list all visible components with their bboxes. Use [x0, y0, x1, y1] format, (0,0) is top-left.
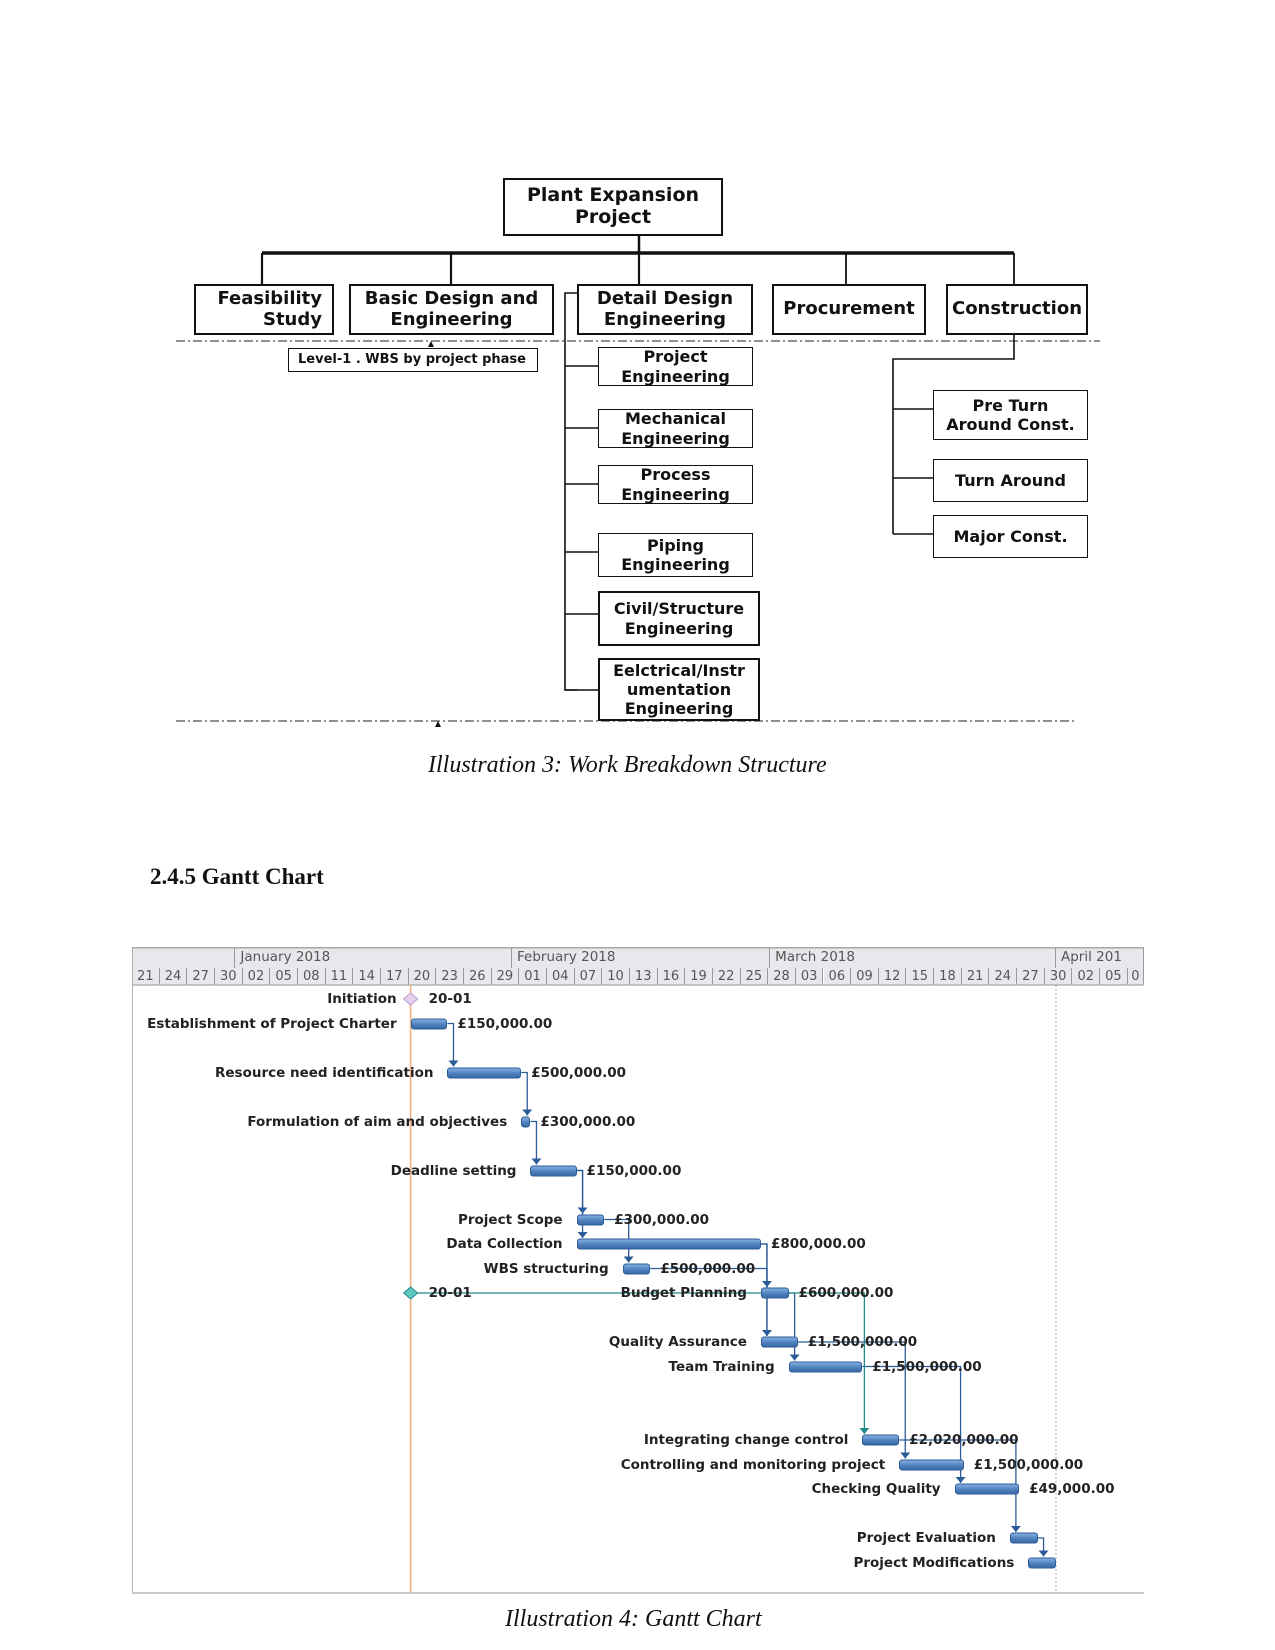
dependency-link — [576, 1169, 584, 1214]
wbs-node-pre-turn-around: Pre Turn Around Const. — [933, 390, 1088, 440]
gantt-task-bar[interactable] — [410, 1018, 448, 1029]
gantt-task-label: Quality Assurance — [608, 1334, 747, 1350]
dependency-arrowhead-icon — [1038, 1550, 1049, 1557]
gantt-task-bar[interactable] — [954, 1483, 1020, 1495]
gantt-task-label: Data Collection — [446, 1236, 563, 1252]
gantt-task-bar[interactable] — [447, 1067, 522, 1078]
dependency-link — [788, 1292, 796, 1361]
gantt-task-bar[interactable] — [760, 1287, 789, 1299]
gantt-task-label: Establishment of Project Charter — [147, 1015, 397, 1032]
dependency-arrowhead-icon — [531, 1158, 542, 1165]
dependency-arrowhead-icon — [761, 1330, 772, 1336]
gantt-task-bar[interactable] — [622, 1263, 651, 1274]
gantt-caption: Illustration 4: Gantt Chart — [505, 1606, 762, 1632]
gantt-task-cost: £300,000.00 — [614, 1211, 710, 1228]
wbs-root-node: Plant Expansion Project — [503, 178, 723, 236]
gantt-chart: January 2018 February 2018 March 2018 April… — [132, 947, 1144, 1594]
gantt-task-bar[interactable] — [788, 1361, 863, 1372]
gantt-task-label: WBS structuring — [483, 1260, 609, 1277]
dependency-arrowhead-icon — [789, 1354, 800, 1361]
gantt-task-cost: £1,500,000.00 — [807, 1334, 918, 1350]
gantt-task-label: Project Evaluation — [856, 1530, 996, 1546]
dependency-arrowhead-icon — [623, 1256, 634, 1263]
gantt-task-label: Team Training — [668, 1358, 775, 1375]
gantt-task-bar[interactable] — [530, 1165, 577, 1176]
milestone-label: Initiation — [327, 991, 397, 1007]
gantt-task-label: Budget Planning — [620, 1285, 747, 1301]
dependency-arrowhead-icon — [900, 1452, 911, 1459]
wbs-detail-spine — [564, 292, 577, 691]
milestone-diamond-icon — [402, 992, 419, 1006]
dependency-arrowhead-icon — [448, 1060, 459, 1067]
gantt-task-cost: £2,020,000.00 — [909, 1432, 1019, 1448]
milestone-date-label: 20-01 — [428, 991, 472, 1007]
gantt-task-label: Project Scope — [457, 1211, 563, 1228]
gantt-task-bar[interactable] — [899, 1459, 964, 1470]
gantt-task-bar[interactable] — [760, 1336, 798, 1348]
wbs-note-arrow-icon — [428, 341, 434, 347]
wbs-node-piping-engineering: Piping Engineering — [598, 533, 753, 577]
wbs-bottom-arrow-icon — [435, 721, 441, 727]
wbs-node-electrical-instrumentation-engineering: Eelctrical/Instr umentation Engineering — [598, 658, 760, 721]
wbs-diagram: Plant Expansion Project Feasibility Stud… — [0, 0, 1275, 740]
gantt-task-cost: £500,000.00 — [660, 1260, 756, 1277]
dependency-link — [650, 1267, 768, 1336]
dependency-link — [530, 1120, 538, 1165]
gantt-task-cost: £49,000.00 — [1029, 1481, 1115, 1497]
wbs-node-feasibility-study: Feasibility Study — [194, 284, 334, 335]
wbs-node-basic-design: Basic Design and Engineering — [349, 284, 554, 335]
wbs-node-mechanical-engineering: Mechanical Engineering — [598, 409, 753, 448]
dependency-arrowhead-icon — [522, 1109, 533, 1116]
milestone-diamond-icon — [402, 1286, 419, 1300]
gantt-task-label: Resource need identification — [214, 1064, 434, 1081]
milestone-date-label: 20-01 — [428, 1285, 472, 1301]
gantt-task-bar[interactable] — [576, 1238, 761, 1250]
gantt-task-cost: £500,000.00 — [531, 1064, 627, 1081]
dependency-link — [760, 1243, 768, 1287]
gantt-task-cost: £1,500,000.00 — [872, 1358, 982, 1375]
dependency-arrowhead-icon — [577, 1232, 588, 1238]
gantt-task-label: Project Modifications — [853, 1554, 1015, 1571]
dependency-arrowhead-icon — [1010, 1526, 1021, 1532]
gantt-task-cost: £150,000.00 — [586, 1162, 682, 1179]
dependency-arrowhead-icon — [955, 1477, 966, 1483]
gantt-task-bar[interactable] — [862, 1434, 900, 1446]
gantt-task-cost: £1,500,000.00 — [973, 1456, 1084, 1473]
wbs-node-process-engineering: Process Engineering — [598, 465, 753, 504]
gantt-task-cost: £600,000.00 — [798, 1285, 894, 1301]
wbs-node-construction: Construction — [946, 284, 1088, 335]
wbs-node-detail-design: Detail Design Engineering — [577, 284, 753, 335]
wbs-node-procurement: Procurement — [772, 284, 926, 335]
section-heading: 2.4.5 Gantt Chart — [150, 864, 324, 889]
gantt-task-bar[interactable] — [576, 1214, 605, 1225]
dependency-link — [521, 1071, 528, 1116]
wbs-level-note: Level-1 . WBS by project phase — [288, 348, 538, 372]
wbs-node-project-engineering: Project Engineering — [598, 347, 753, 386]
wbs-caption: Illustration 3: Work Breakdown Structure — [428, 752, 827, 778]
dependency-link — [576, 1169, 584, 1238]
gantt-task-label: Controlling and monitoring project — [620, 1456, 886, 1473]
gantt-task-cost: £800,000.00 — [770, 1236, 866, 1252]
dependency-link — [447, 1022, 455, 1067]
wbs-node-turn-around: Turn Around — [933, 459, 1088, 502]
wbs-node-civil-structure-engineering: Civil/Structure Engineering — [598, 591, 760, 646]
dependency-arrowhead-icon — [859, 1428, 870, 1434]
wbs-node-major-const: Major Const. — [933, 515, 1088, 558]
gantt-task-label: Formulation of aim and objectives — [247, 1113, 508, 1130]
gantt-task-label: Integrating change control — [643, 1432, 849, 1448]
gantt-task-label: Deadline setting — [390, 1162, 517, 1179]
gantt-task-bar[interactable] — [521, 1116, 531, 1127]
gantt-task-cost: £150,000.00 — [457, 1015, 553, 1032]
gantt-task-cost: £300,000.00 — [540, 1113, 636, 1130]
gantt-task-label: Checking Quality — [811, 1481, 941, 1497]
gantt-task-bar[interactable] — [1009, 1532, 1038, 1544]
gantt-task-bar[interactable] — [1028, 1557, 1056, 1568]
